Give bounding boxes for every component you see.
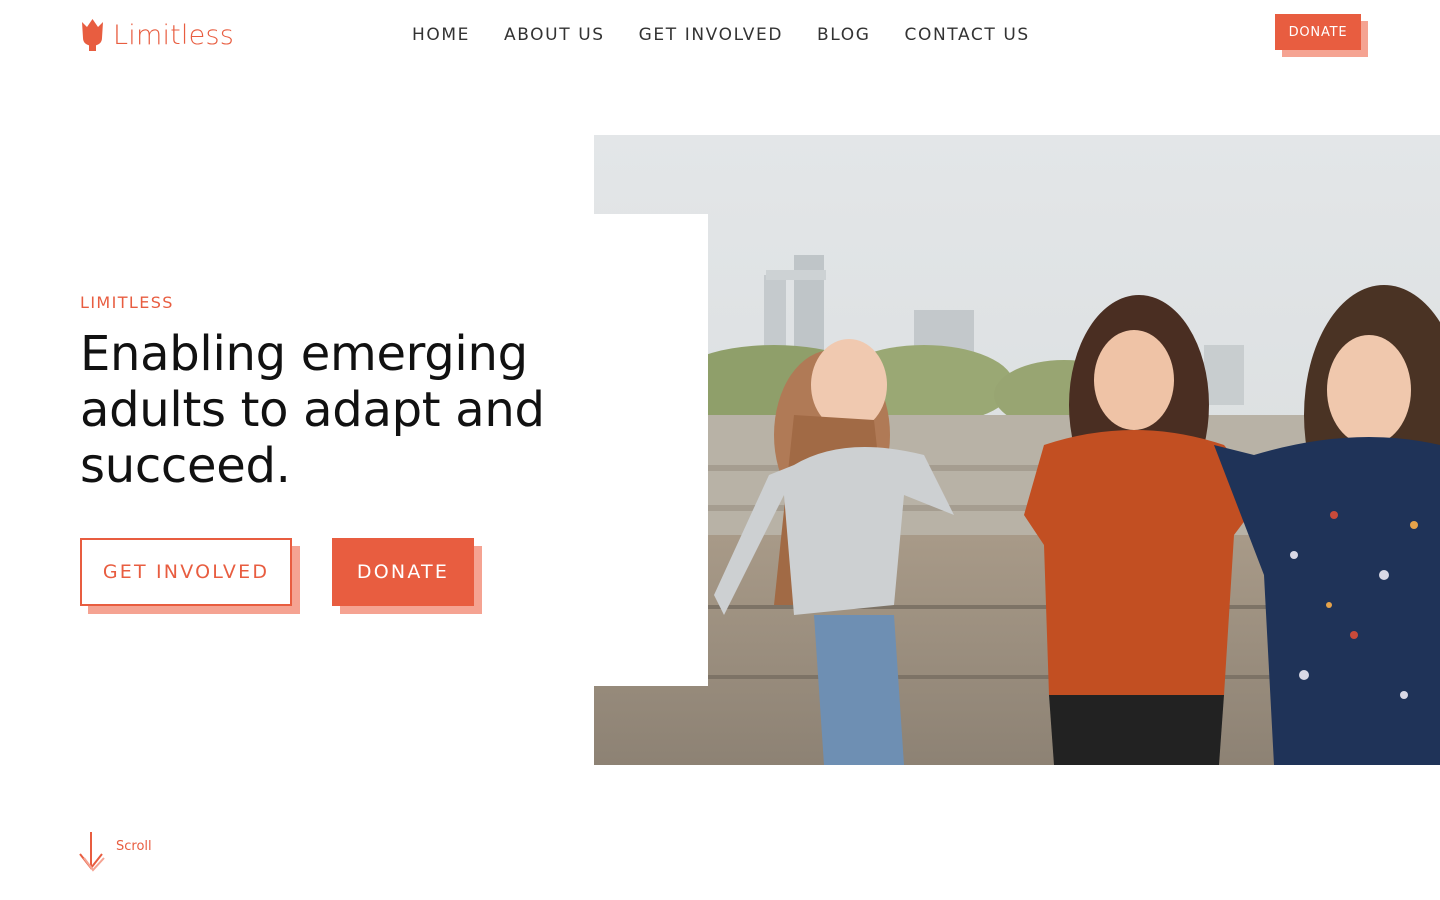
hero-headline: Enabling emerging adults to adapt and su… — [80, 326, 545, 494]
main-nav: HOME ABOUT US GET INVOLVED BLOG CONTACT … — [412, 24, 1064, 46]
get-involved-wrap: GET INVOLVED — [80, 538, 300, 614]
flame-logo-icon — [80, 18, 105, 52]
nav-contact-us[interactable]: CONTACT US — [905, 24, 1030, 46]
hero-donate-button[interactable]: DONATE — [332, 538, 474, 606]
arrow-down-icon — [78, 830, 110, 877]
scroll-indicator[interactable]: Scroll — [78, 830, 152, 877]
landing-page: Limitless HOME ABOUT US GET INVOLVED BLO… — [0, 0, 1440, 900]
header-donate-wrap: DONATE — [1275, 14, 1368, 57]
nav-about-us[interactable]: ABOUT US — [504, 24, 605, 46]
get-involved-button[interactable]: GET INVOLVED — [80, 538, 292, 606]
logo[interactable]: Limitless — [80, 18, 234, 52]
nav-blog[interactable]: BLOG — [817, 24, 870, 46]
nav-home[interactable]: HOME — [412, 24, 470, 46]
brand-name: Limitless — [113, 19, 234, 51]
photo-notch — [594, 214, 708, 686]
hero-eyebrow: LIMITLESS — [80, 293, 174, 312]
nav-get-involved[interactable]: GET INVOLVED — [639, 24, 783, 46]
header-donate-button[interactable]: DONATE — [1275, 14, 1361, 50]
hero-photo — [594, 135, 1440, 765]
donate-wrap: DONATE — [332, 538, 482, 614]
scroll-label: Scroll — [116, 839, 152, 854]
